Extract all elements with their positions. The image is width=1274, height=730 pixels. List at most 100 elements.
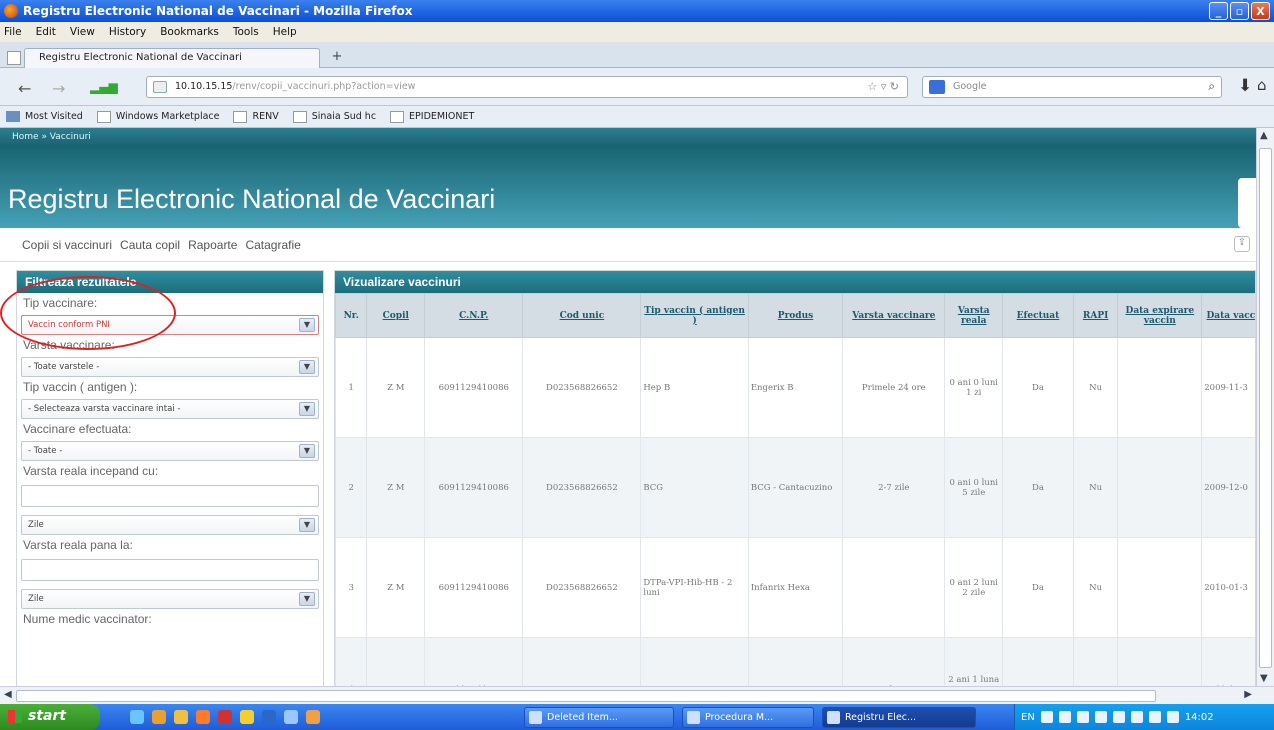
bookmark-windows-marketplace[interactable]: Windows Marketplace [96, 110, 219, 123]
download-icon[interactable]: ⬇ [1238, 76, 1252, 96]
bookmark-renv[interactable]: RENV [233, 110, 279, 123]
col-cod-unic[interactable]: Cod unic [522, 293, 642, 338]
varsta-reala-from-input[interactable] [21, 485, 319, 507]
cell-nr: 1 [335, 337, 368, 438]
close-button[interactable]: X [1251, 2, 1270, 20]
tray-icon[interactable] [1112, 711, 1125, 723]
firefox-quick-icon[interactable] [152, 710, 166, 724]
menu-bookmarks[interactable]: Bookmarks [160, 26, 219, 38]
menu-edit[interactable]: Edit [36, 26, 56, 38]
menu-view[interactable]: View [70, 26, 95, 38]
media-icon[interactable] [196, 710, 210, 724]
tray-icon[interactable] [1040, 711, 1053, 723]
task-registru[interactable]: Registru Elec... [822, 707, 976, 728]
tip-vaccin-antigen-select[interactable]: - Selecteaza varsta vaccinare intai - ▼ [21, 399, 319, 419]
page-icon [292, 110, 307, 123]
nav-rapoarte[interactable]: Rapoarte [188, 238, 237, 252]
table-row[interactable]: 2 Z M 6091129410086 D023568826652 BCG BC… [335, 437, 1255, 538]
task-deleted-items[interactable]: Deleted Item... [524, 707, 674, 728]
cell-data-vaccinare: 2010-01-3 [1201, 537, 1255, 638]
breadcrumb[interactable]: Home » Vaccinuri [12, 132, 91, 142]
tray-icon[interactable] [1058, 711, 1071, 723]
nav-cauta-copil[interactable]: Cauta copil [120, 238, 180, 252]
scroll-up-icon[interactable]: ▲ [1260, 130, 1268, 141]
col-produs[interactable]: Produs [747, 293, 844, 338]
start-button[interactable]: start [0, 704, 100, 730]
col-data-expirare[interactable]: Data expirare vaccin [1117, 293, 1203, 338]
tray-icon[interactable] [1166, 711, 1179, 723]
cell-cod-unic: D023568826652 [522, 637, 642, 686]
bookmark-label: RENV [252, 111, 279, 122]
scroll-right-icon[interactable]: ▶ [1244, 689, 1252, 700]
select-value: - Toate - [28, 446, 63, 456]
horizontal-scrollbar[interactable]: ◀ ▶ [0, 686, 1274, 704]
unit-to-select[interactable]: Zile ▼ [21, 589, 319, 609]
unit-from-select[interactable]: Zile ▼ [21, 515, 319, 535]
col-rapi[interactable]: RAPI [1072, 293, 1119, 338]
cell-copil: Z M [366, 437, 426, 538]
task-procedura[interactable]: Procedura M... [682, 707, 814, 728]
nav-catagrafie[interactable]: Catagrafie [245, 238, 300, 252]
browser-tab[interactable]: Registru Electronic National de Vaccinar… [7, 48, 320, 68]
bookmark-sinaia[interactable]: Sinaia Sud hc [292, 110, 376, 123]
tray-icon[interactable] [1076, 711, 1089, 723]
forward-button[interactable]: → [52, 79, 65, 98]
app-icon[interactable] [218, 710, 232, 724]
language-indicator[interactable]: EN [1021, 712, 1035, 723]
word-icon[interactable] [262, 710, 276, 724]
home-icon[interactable]: ⌂ [1257, 76, 1267, 94]
scroll-thumb[interactable] [1259, 148, 1272, 668]
new-tab-button[interactable]: + [328, 50, 346, 66]
app-icon[interactable] [306, 710, 320, 724]
url-bar[interactable]: 10.10.15.15/renv/copii_vaccinuri.php?act… [146, 76, 908, 98]
col-copil[interactable]: Copil [366, 293, 426, 338]
minimize-button[interactable]: _ [1209, 2, 1228, 20]
bookmark-most-visited[interactable]: Most Visited [6, 111, 83, 122]
cell-copil: Z M [366, 337, 426, 438]
menu-file[interactable]: File [4, 26, 22, 38]
app-icon[interactable] [284, 710, 298, 724]
tray-icon[interactable] [1130, 711, 1143, 723]
vertical-scrollbar[interactable]: ▲ ▼ [1256, 128, 1274, 686]
varsta-vaccinare-select[interactable]: - Toate varstele - ▼ [21, 357, 319, 377]
menu-tools[interactable]: Tools [233, 26, 259, 38]
cell-nr: 3 [335, 537, 368, 638]
navigation-toolbar: ← → ▂▄▆ 10.10.15.15/renv/copii_vaccinuri… [0, 68, 1274, 106]
maximize-button[interactable]: ▫ [1230, 2, 1249, 20]
tray-icon[interactable] [1148, 711, 1161, 723]
folder-quick-icon[interactable] [174, 710, 188, 724]
vaccinare-efectuata-select[interactable]: - Toate - ▼ [21, 441, 319, 461]
col-tip-vaccin[interactable]: Tip vaccin ( antigen ) [640, 293, 749, 338]
col-varsta-vaccinare[interactable]: Varsta vaccinare [842, 293, 946, 338]
scroll-left-icon[interactable]: ◀ [4, 689, 12, 700]
clock[interactable]: 14:02 [1185, 712, 1214, 723]
header-decoration [1238, 178, 1256, 228]
col-cnp[interactable]: C.N.P. [424, 293, 524, 338]
col-data-vaccinare[interactable]: Data vaccinar [1201, 293, 1255, 338]
page-content: Home » Vaccinuri Registru Electronic Nat… [0, 128, 1256, 686]
menu-history[interactable]: History [109, 26, 146, 38]
search-icon[interactable]: ⌕ [1208, 79, 1215, 94]
back-button[interactable]: ← [18, 79, 31, 98]
bookmark-star-icon[interactable]: ☆ ▿ ↻ [867, 80, 899, 93]
export-icon[interactable]: ⇪ [1234, 236, 1250, 252]
cell-data-vaccinare: 2009-12-0 [1201, 437, 1255, 538]
windows-taskbar: start Deleted Item... Procedura M... Reg… [0, 704, 1274, 730]
scroll-down-icon[interactable]: ▼ [1260, 673, 1268, 684]
scroll-thumb[interactable] [16, 690, 1156, 702]
bookmark-epidemionet[interactable]: EPIDEMIONET [390, 110, 474, 123]
windows-logo-icon [8, 710, 22, 723]
menu-help[interactable]: Help [273, 26, 297, 38]
chrome-icon[interactable] [240, 710, 254, 724]
varsta-reala-to-input[interactable] [21, 559, 319, 581]
vaccination-table: Nr. Copil C.N.P. Cod unic Tip vaccin ( a… [335, 293, 1255, 686]
table-row[interactable]: 4 Z M 6091129410086 D023568826652 DTP-HB… [335, 637, 1255, 686]
search-box[interactable]: Google ⌕ [922, 76, 1222, 98]
col-varsta-reala[interactable]: Varsta reala [944, 293, 1004, 338]
tray-icon[interactable] [1094, 711, 1107, 723]
table-row[interactable]: 3 Z M 6091129410086 D023568826652 DTPa-V… [335, 537, 1255, 638]
ie-icon[interactable] [130, 710, 144, 724]
table-row[interactable]: 1 Z M 6091129410086 D023568826652 Hep B … [335, 337, 1255, 438]
nav-copii-vaccinuri[interactable]: Copii si vaccinuri [22, 238, 112, 252]
col-efectuat[interactable]: Efectuat [1002, 293, 1074, 338]
